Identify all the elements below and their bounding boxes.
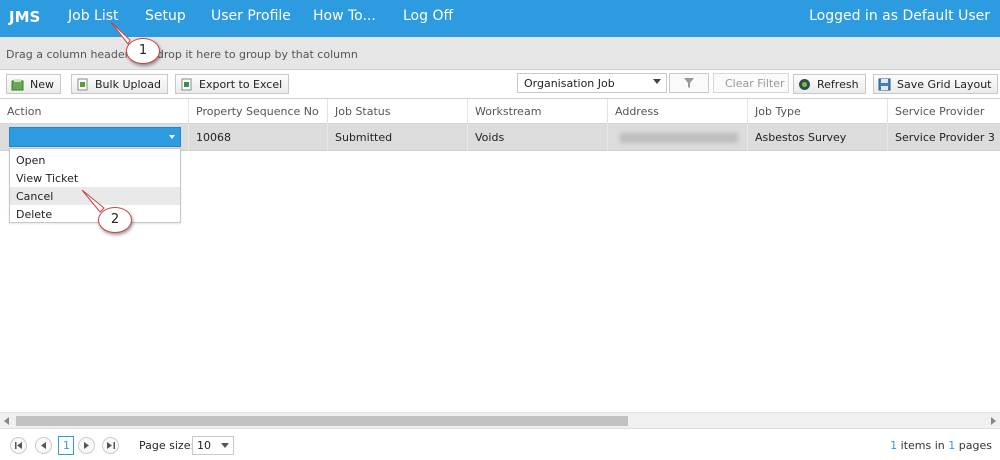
menu-item-delete[interactable]: Delete [10,205,180,223]
save-grid-layout-button[interactable]: Save Grid Layout [873,74,999,94]
column-header-job-type[interactable]: Job Type [747,99,887,124]
menu-item-view-ticket[interactable]: View Ticket [10,169,180,187]
nav-how-to[interactable]: How To... [313,8,376,24]
horizontal-scrollbar[interactable] [0,412,1000,428]
nav-log-off[interactable]: Log Off [403,8,453,24]
nav-user-profile[interactable]: User Profile [211,8,291,24]
grid-view-select-value: Organisation Job [524,77,615,90]
new-record-icon [11,78,24,90]
column-header-address[interactable]: Address [607,99,747,124]
action-dropdown-menu: Open View Ticket Cancel Delete [9,148,181,223]
export-excel-label: Export to Excel [199,77,283,91]
first-page-button[interactable] [10,437,27,454]
last-page-button[interactable] [102,437,119,454]
save-icon [878,78,891,90]
cell-property-seq: 10068 [188,124,327,151]
grid-toolbar: New Bulk Upload Export to Excel Refresh … [0,70,1000,98]
nav-setup[interactable]: Setup [145,8,186,24]
grid-pager: 1 Page size: 10 1 items in 1 pages [0,428,1000,460]
grid-view-select[interactable]: Organisation Job [517,73,667,93]
menu-item-cancel[interactable]: Cancel [10,187,180,205]
scroll-left-icon[interactable] [4,417,9,425]
pages-text: pages [958,439,992,452]
filter-button[interactable] [669,73,709,93]
bulk-upload-icon [77,78,88,90]
column-header-action[interactable]: Action [0,99,188,124]
nav-job-list[interactable]: Job List [68,8,119,24]
scroll-right-icon[interactable] [991,417,996,425]
job-grid: Action Property Sequence No Job Status W… [0,98,1000,428]
page-size-label: Page size: [139,439,195,452]
app-brand[interactable]: JMS [9,8,40,26]
column-header-service-provider[interactable]: Service Provider [887,99,1000,124]
bulk-upload-label: Bulk Upload [95,77,161,91]
pages-count: 1 [948,439,956,452]
column-header-job-status[interactable]: Job Status [327,99,467,124]
page-size-value: 10 [197,439,211,452]
refresh-button[interactable]: Refresh [793,74,866,94]
next-page-button[interactable] [78,437,95,454]
excel-icon [181,78,192,90]
cell-job-type: Asbestos Survey [747,124,887,151]
bulk-upload-button[interactable]: Bulk Upload [71,74,168,94]
callout-1: 1 [126,38,160,64]
top-nav-bar: JMS Job List Setup User Profile How To..… [0,0,1000,37]
clear-filter-button[interactable]: Clear Filter [713,73,789,93]
row-action-select[interactable] [9,127,181,147]
export-excel-button[interactable]: Export to Excel [175,74,290,94]
cell-workstream: Voids [467,124,607,151]
new-button[interactable]: New [6,74,61,94]
cell-job-status: Submitted [327,124,467,151]
last-page-icon [106,442,115,449]
callout-2: 2 [98,207,132,233]
save-grid-layout-label: Save Grid Layout [897,77,992,91]
chevron-down-icon [169,135,175,139]
cell-service-provider: Service Provider 3 [887,124,1000,151]
menu-item-open[interactable]: Open [10,151,180,169]
column-header-workstream[interactable]: Workstream [467,99,607,124]
grid-header: Action Property Sequence No Job Status W… [0,99,1000,124]
items-text: items in [900,439,945,452]
chevron-down-icon [221,443,229,448]
prev-page-button[interactable] [35,437,52,454]
new-button-label: New [30,77,54,91]
prev-page-icon [40,442,46,449]
current-page[interactable]: 1 [58,436,74,455]
scrollbar-thumb[interactable] [16,416,628,426]
chevron-down-icon [653,79,661,84]
items-count: 1 [890,439,898,452]
group-by-hint: Drag a column header and drop it here to… [6,48,358,61]
refresh-label: Refresh [817,77,859,91]
logged-in-user: Logged in as Default User [809,8,990,24]
filter-icon [684,78,694,88]
pager-info: 1 items in 1 pages [890,439,992,452]
column-header-property-seq[interactable]: Property Sequence No [188,99,327,124]
next-page-icon [83,442,89,449]
refresh-icon [799,78,810,90]
page-size-select[interactable]: 10 [192,436,234,455]
first-page-icon [14,442,22,449]
address-redacted [620,133,738,143]
